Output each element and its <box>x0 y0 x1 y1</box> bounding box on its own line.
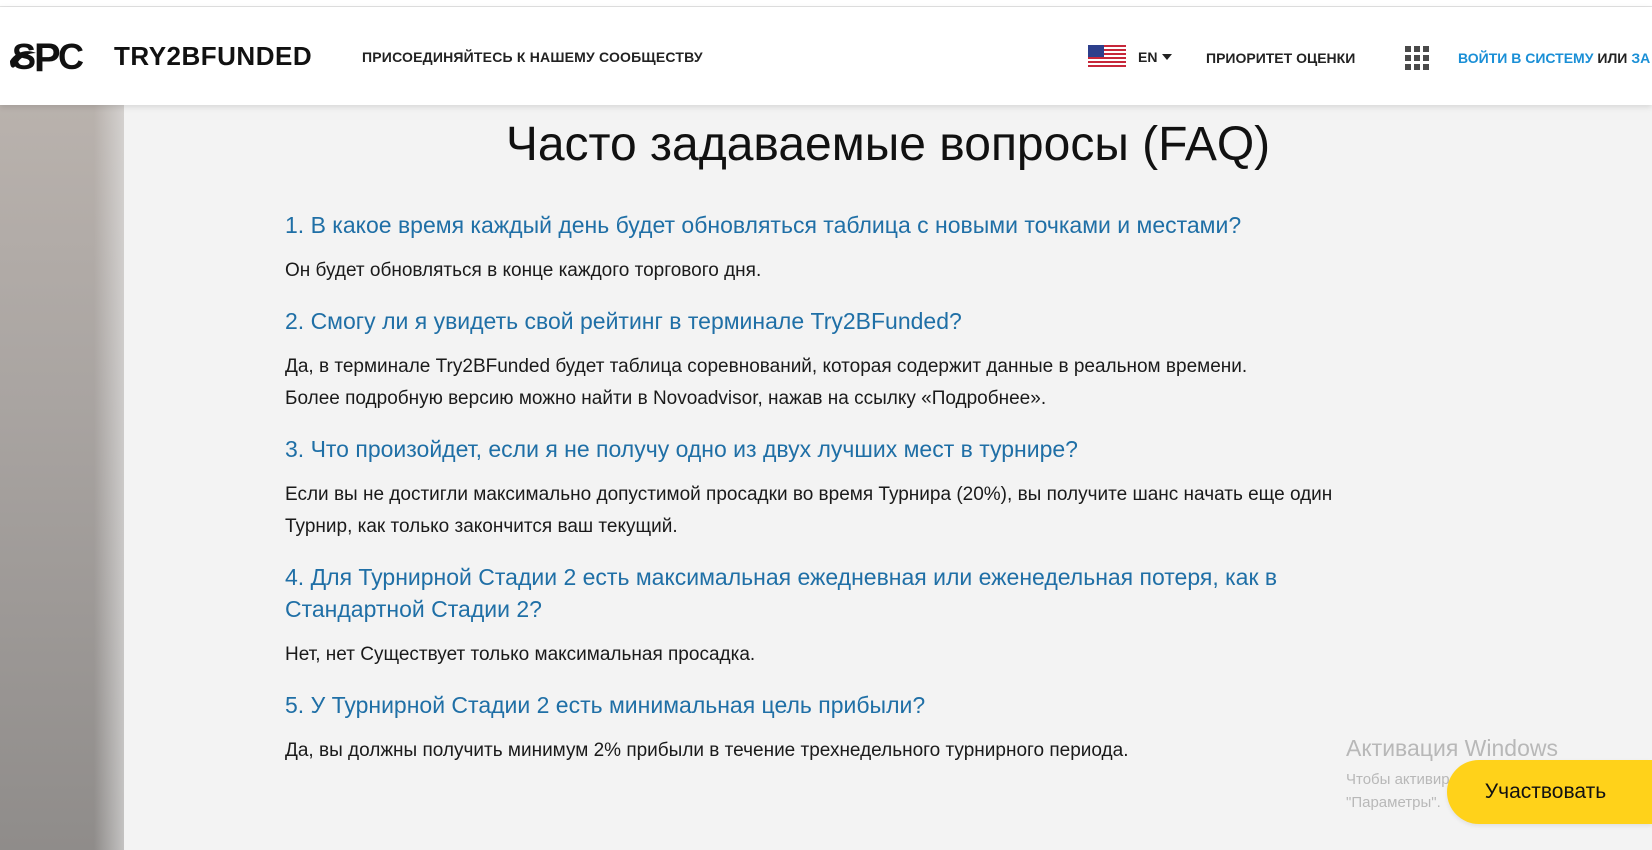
evaluation-priority-link[interactable]: ПРИОРИТЕТ ОЦЕНКИ <box>1206 50 1355 66</box>
us-flag-icon[interactable] <box>1088 45 1126 67</box>
svg-text:P: P <box>34 36 61 79</box>
language-selector[interactable]: EN <box>1138 49 1173 65</box>
faq-question-2[interactable]: 2. Смогу ли я увидеть свой рейтинг в тер… <box>285 305 1485 337</box>
faq-question-3[interactable]: 3. Что произойдет, если я не получу одно… <box>285 433 1485 465</box>
page-title: Часто задаваемые вопросы (FAQ) <box>505 118 1271 171</box>
participate-button[interactable]: Участвовать <box>1447 760 1652 824</box>
spc-logo-icon[interactable]: S P C <box>6 31 90 79</box>
or-text: ИЛИ <box>1597 50 1628 66</box>
login-link[interactable]: ВОЙТИ В СИСТЕМУ <box>1458 50 1593 66</box>
register-link[interactable]: ЗА <box>1631 50 1650 66</box>
faq-list: 1. В какое время каждый день будет обнов… <box>285 209 1485 785</box>
site-header: S P C TRY2BFUNDED ПРИСОЕДИНЯЙТЕСЬ К НАШЕ… <box>0 7 1652 105</box>
language-label: EN <box>1138 49 1158 65</box>
left-background-image <box>0 105 124 850</box>
join-community-link[interactable]: ПРИСОЕДИНЯЙТЕСЬ К НАШЕМУ СООБЩЕСТВУ <box>362 49 703 65</box>
watermark-title: Активация Windows <box>1346 735 1558 761</box>
auth-links: ВОЙТИ В СИСТЕМУ ИЛИ ЗА <box>1458 50 1650 66</box>
faq-answer-1: Он будет обновляться в конце каждого тор… <box>285 260 762 281</box>
faq-answer-3: Если вы не достигли максимально допустим… <box>285 484 1333 537</box>
faq-question-4[interactable]: 4. Для Турнирной Стадии 2 есть максималь… <box>285 561 1485 625</box>
top-border-strip <box>0 0 1652 7</box>
faq-question-1[interactable]: 1. В какое время каждый день будет обнов… <box>285 209 1485 241</box>
faq-answer-4: Нет, нет Существует только максимальная … <box>285 644 756 665</box>
faq-answer-2: Да, в терминале Try2BFunded будет таблиц… <box>285 356 1248 409</box>
caret-down-icon <box>1162 54 1173 60</box>
svg-text:C: C <box>58 36 84 77</box>
apps-grid-icon[interactable] <box>1405 46 1429 70</box>
svg-text:S: S <box>12 36 36 77</box>
faq-question-5[interactable]: 5. У Турнирной Стадии 2 есть минимальная… <box>285 689 1485 721</box>
brand-name[interactable]: TRY2BFUNDED <box>114 41 312 72</box>
faq-answer-5: Да, вы должны получить минимум 2% прибыл… <box>285 740 1129 761</box>
